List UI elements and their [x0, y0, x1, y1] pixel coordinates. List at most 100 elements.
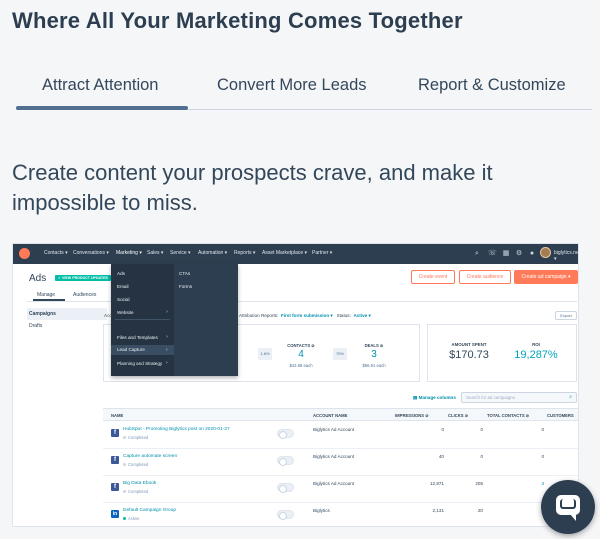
account-name-cell: Biglytics Ad Account [313, 481, 355, 486]
search-icon: ⌕ [569, 394, 572, 400]
impressions-cell: 2,131 [432, 508, 445, 513]
contacts-cost: $42.68 each [289, 363, 313, 368]
account-name-cell: Biglytics [313, 508, 330, 513]
menu-item-lead-capture[interactable]: Lead Capture [111, 345, 174, 355]
settings-gear-icon[interactable]: ⚙ [515, 250, 523, 258]
feature-tabs: Attract Attention Convert More Leads Rep… [16, 72, 592, 110]
attribution-dropdown[interactable]: First form submission ▾ [281, 313, 333, 318]
calling-icon[interactable]: ☏ [488, 250, 497, 258]
create-ad-campaign-button[interactable]: Create ad campaign ▾ [514, 270, 578, 284]
menu-item-planning-strategy[interactable]: Planning and Strategy [117, 361, 162, 366]
nav-reports[interactable]: Reports ▾ [234, 250, 255, 256]
marketing-submenu [174, 264, 238, 376]
contacts-value[interactable]: 4 [281, 349, 321, 360]
table-row[interactable]: f Big Data Ebook Completed Biglytics Ad … [103, 476, 578, 503]
nav-automation[interactable]: Automation ▾ [198, 250, 227, 256]
attribution-label: Attribution Reports: [239, 313, 279, 318]
campaign-toggle[interactable] [277, 510, 294, 520]
menu-item-ads[interactable]: Ads [117, 271, 125, 276]
status-dropdown[interactable]: Active ▾ [353, 313, 370, 318]
column-header-clicks[interactable]: CLICKS ⊘ [448, 413, 468, 418]
contacts-cell: 0 [541, 427, 544, 432]
sidebar-item-campaigns[interactable]: Campaigns [27, 308, 107, 320]
marketplace-icon[interactable]: ▦ [502, 250, 510, 258]
subtab-manage[interactable]: Manage [37, 292, 55, 298]
campaign-name-link[interactable]: Default Campaign Group [123, 508, 176, 513]
table-header: NAME ACCOUNT NAME IMPRESSIONS ⊘ CLICKS ⊘… [103, 408, 578, 421]
facebook-icon: f [111, 456, 119, 464]
deals-value[interactable]: 3 [354, 349, 394, 360]
nav-partner[interactable]: Partner ▾ [312, 250, 332, 256]
active-tab-indicator [16, 106, 188, 110]
table-row[interactable]: f Capture automate screen Completed Bigl… [103, 449, 578, 476]
nav-service[interactable]: Service ▾ [170, 250, 191, 256]
clicks-cell: 0 [480, 454, 483, 459]
chevron-right-icon: › [166, 347, 168, 353]
hubspot-logo-icon[interactable] [19, 248, 30, 259]
campaign-status: Completed [123, 435, 148, 440]
manage-columns-button[interactable]: ▤ Manage columns [413, 395, 456, 401]
tab-convert-more-leads[interactable]: Convert More Leads [217, 76, 367, 95]
menu-item-email[interactable]: Email [117, 284, 129, 289]
column-header-name[interactable]: NAME [111, 413, 123, 418]
user-avatar[interactable] [540, 247, 551, 258]
nav-sales[interactable]: Sales ▾ [147, 250, 163, 256]
column-header-account-name[interactable]: ACCOUNT NAME [313, 413, 347, 418]
nav-conversations[interactable]: Conversations ▾ [73, 250, 109, 256]
product-updates-badge[interactable]: ✓ VIEW PRODUCT UPDATES [55, 275, 111, 281]
ads-sidebar: Campaigns Drafts [27, 308, 107, 332]
campaign-toggle[interactable] [277, 483, 294, 493]
campaign-toggle[interactable] [277, 429, 294, 439]
contacts-cell[interactable]: 3 [514, 481, 544, 486]
search-icon[interactable]: ⌕ [473, 250, 481, 258]
sidebar-item-drafts[interactable]: Drafts [27, 320, 107, 332]
status-text: Completed [128, 435, 149, 440]
campaign-search-input[interactable]: Search for ad campaigns ⌕ [461, 392, 577, 403]
create-event-button[interactable]: Create event [411, 270, 455, 284]
funnel-rate-2: 75% [333, 348, 347, 360]
tab-report-customize[interactable]: Report & Customize [418, 76, 566, 95]
marketing-dropdown-menu: Ads Email Social Website › Files and Tem… [111, 264, 238, 376]
account-name-cell: Biglytics Ad Account [313, 427, 355, 432]
status-dot-icon [123, 463, 126, 467]
ads-app-screenshot: Contacts ▾ Conversations ▾ Marketing ▾ S… [12, 243, 579, 527]
impressions-cell: 40 [438, 454, 444, 459]
chevron-right-icon: › [166, 334, 168, 340]
column-header-total-contacts[interactable]: TOTAL CONTACTS ⊘ [487, 413, 529, 418]
clicks-cell: 20 [477, 508, 483, 513]
notifications-bell-icon[interactable]: ● [528, 250, 536, 258]
export-button[interactable]: Export [555, 311, 577, 320]
nav-contacts[interactable]: Contacts ▾ [44, 250, 68, 256]
clicks-cell: 0 [480, 427, 483, 432]
account-menu[interactable]: biglytics.net ▾ [554, 250, 578, 262]
campaign-status: Completed [123, 489, 148, 494]
campaign-toggle[interactable] [277, 456, 294, 466]
tab-attract-attention[interactable]: Attract Attention [42, 76, 158, 95]
nav-asset-marketplace[interactable]: Asset Marketplace ▾ [262, 250, 307, 256]
campaign-name-link[interactable]: Big Data Ebook [123, 481, 156, 486]
amount-spent-label: AMOUNT SPENT [451, 342, 487, 347]
submenu-item-forms[interactable]: Forms [179, 284, 192, 289]
amount-spent-value: $170.73 [449, 349, 489, 361]
chat-widget-button[interactable] [541, 480, 595, 534]
campaign-name-link[interactable]: HubSpot - Promoting Biglytics post on 20… [123, 427, 230, 432]
filters-bar: Attribution Reports: First form submissi… [239, 313, 371, 319]
submenu-item-ctas[interactable]: CTAs [179, 271, 190, 276]
table-row[interactable]: f HubSpot - Promoting Biglytics post on … [103, 422, 578, 449]
deals-cost: $56.91 each [362, 363, 386, 368]
menu-item-social[interactable]: Social [117, 297, 130, 302]
page-title: Ads [29, 273, 47, 284]
funnel-rate-1: 1.8% [258, 348, 272, 360]
column-header-customers[interactable]: CUSTOMERS [547, 413, 574, 418]
menu-item-website[interactable]: Website [117, 310, 134, 315]
page-headline: Where All Your Marketing Comes Together [12, 8, 463, 33]
menu-item-files-templates[interactable]: Files and Templates [117, 335, 158, 340]
campaign-name-link[interactable]: Capture automate screen [123, 454, 177, 459]
create-audience-button[interactable]: Create audience [459, 270, 511, 284]
contacts-cell[interactable]: 2 [514, 508, 544, 513]
table-row[interactable]: in Default Campaign Group Active Biglyti… [103, 503, 578, 526]
nav-marketing[interactable]: Marketing ▾ [116, 250, 142, 256]
column-header-impressions[interactable]: IMPRESSIONS ⊘ [395, 413, 429, 418]
roi-value: 19,287% [514, 349, 558, 361]
subtab-audiences[interactable]: Audiences [73, 292, 96, 298]
